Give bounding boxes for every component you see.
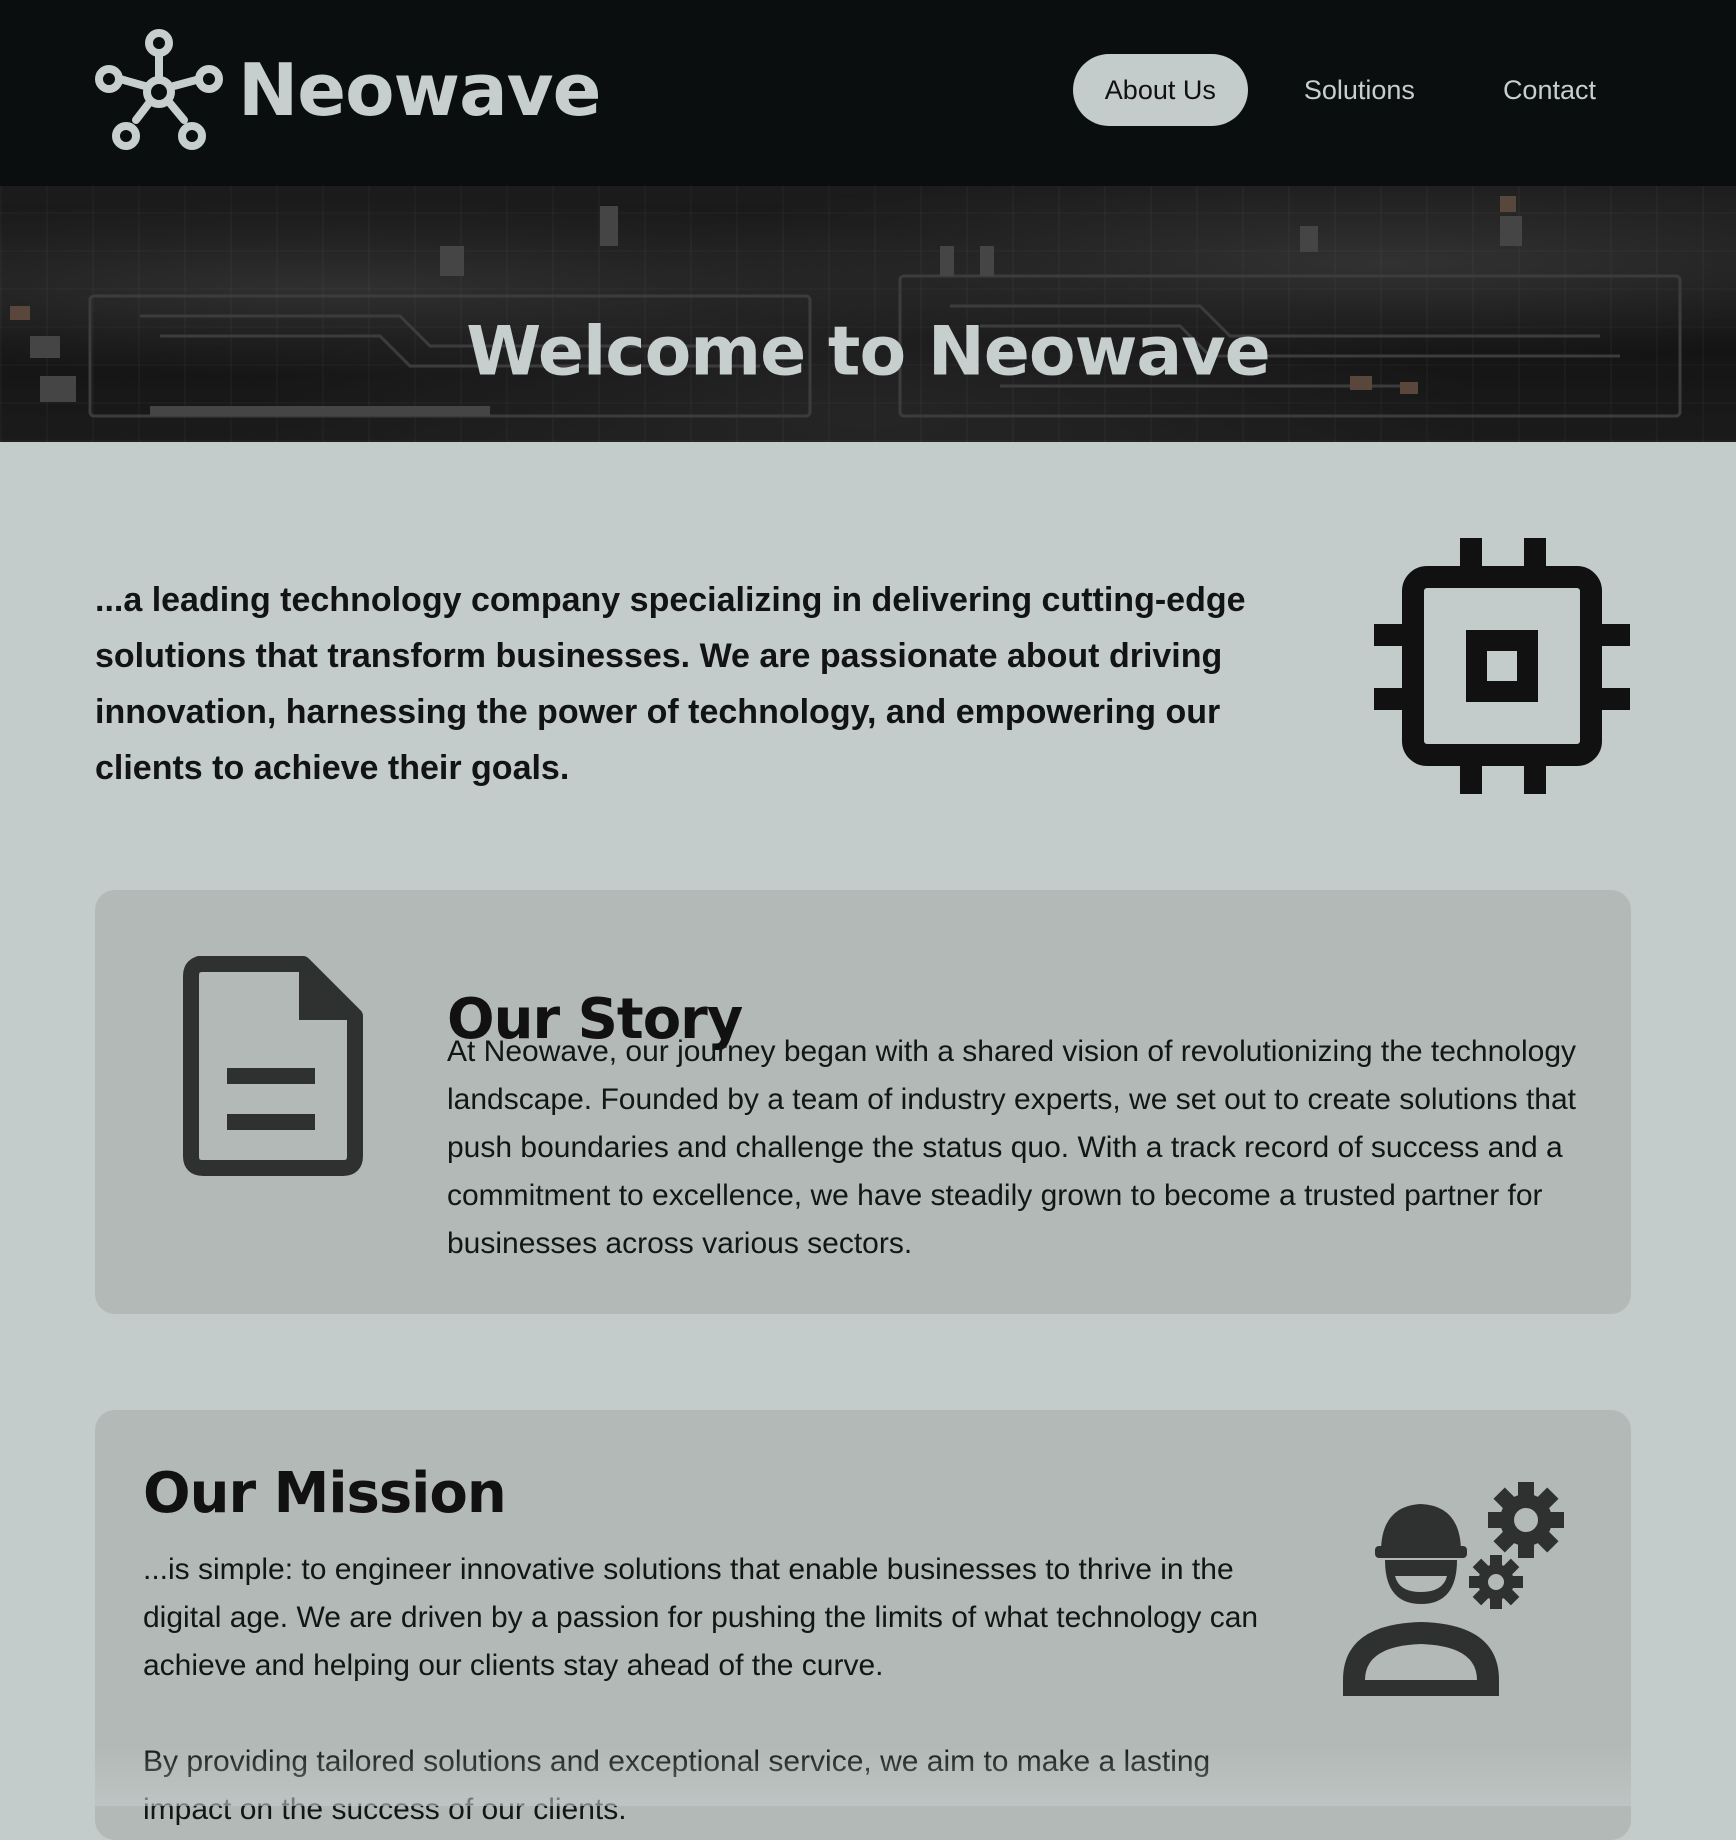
our-mission-card: Our Mission ...is simple: to engineer in… (95, 1410, 1631, 1840)
our-story-text: At Neowave, our journey began with a sha… (447, 1035, 1577, 1260)
network-nodes-icon (95, 29, 223, 150)
our-story-card: Our Story At Neowave, our journey began … (95, 890, 1631, 1314)
engineer-gears-icon (1343, 1482, 1564, 1696)
hero-banner: Welcome to Neowave (0, 186, 1736, 442)
our-mission-text: ...is simple: to engineer innovative sol… (143, 1546, 1273, 1840)
intro-text: ...a leading technology company speciali… (95, 581, 1246, 787)
main-nav: About Us Solutions Contact (1049, 54, 1628, 126)
nav-item-solutions[interactable]: Solutions (1272, 54, 1447, 126)
nav-item-contact[interactable]: Contact (1471, 54, 1628, 126)
our-mission-title: Our Mission (143, 1461, 507, 1526)
site-header: Neowave About Us Solutions Contact (0, 0, 1736, 186)
brand-logo[interactable]: Neowave (94, 28, 601, 152)
mission-paragraph-2: By providing tailored solutions and exce… (143, 1745, 1211, 1826)
document-icon (183, 956, 363, 1176)
nav-item-about-us[interactable]: About Us (1072, 54, 1248, 126)
mission-paragraph-1: ...is simple: to engineer innovative sol… (143, 1553, 1259, 1682)
hero-title: Welcome to Neowave (466, 312, 1270, 392)
chip-icon (1374, 538, 1630, 794)
brand-name: Neowave (238, 48, 601, 132)
